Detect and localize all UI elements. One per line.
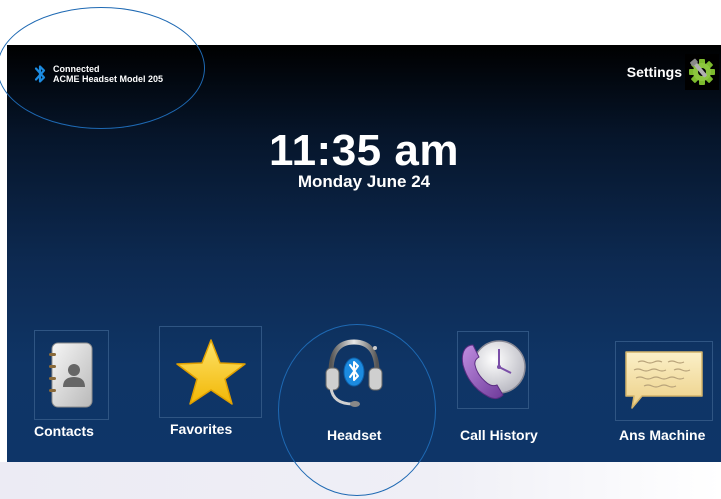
message-icon xyxy=(615,341,713,421)
settings-label: Settings xyxy=(626,64,682,80)
contacts-icon xyxy=(34,330,109,420)
contacts-label: Contacts xyxy=(34,423,94,439)
app-contacts[interactable] xyxy=(34,330,109,420)
app-favorites[interactable] xyxy=(159,326,262,418)
ans-machine-label: Ans Machine xyxy=(619,427,706,443)
headset-icon xyxy=(319,331,389,413)
clock: 11:35 am Monday June 24 xyxy=(7,129,721,192)
date-display: Monday June 24 xyxy=(297,172,431,191)
call-history-label: Call History xyxy=(460,427,538,443)
connection-text: Connected ACME Headset Model 205 xyxy=(53,64,163,84)
call-history-icon xyxy=(457,331,529,409)
app-ans-machine[interactable] xyxy=(615,341,713,421)
connected-device-name: ACME Headset Model 205 xyxy=(53,74,164,84)
favorites-label: Favorites xyxy=(170,421,233,437)
app-call-history[interactable] xyxy=(457,331,529,409)
page: Connected ACME Headset Model 205 Setting… xyxy=(0,0,721,499)
bottom-strip xyxy=(0,462,721,499)
phone-screen: Connected ACME Headset Model 205 Setting… xyxy=(7,45,721,468)
gear-icon xyxy=(685,54,719,90)
headset-label: Headset xyxy=(327,427,382,443)
app-headset[interactable] xyxy=(319,331,389,413)
connection-state: Connected xyxy=(53,64,100,74)
connection-status[interactable]: Connected ACME Headset Model 205 xyxy=(33,63,163,85)
time-display: 11:35 am xyxy=(269,126,459,175)
bluetooth-icon xyxy=(34,65,46,83)
star-icon xyxy=(159,326,262,418)
settings-button[interactable]: Settings xyxy=(627,54,719,90)
